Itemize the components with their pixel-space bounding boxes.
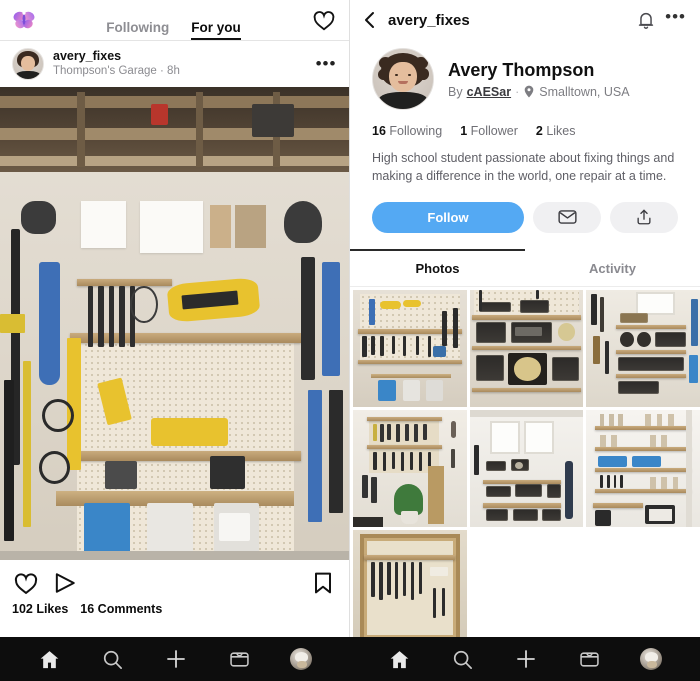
bell-icon[interactable]	[635, 9, 657, 31]
home-icon[interactable]	[38, 647, 62, 671]
stat-following[interactable]: 16 Following	[372, 124, 442, 138]
stat-likes-count: 2	[535, 124, 543, 138]
heart-icon[interactable]	[311, 7, 337, 33]
feed-tab-for-you[interactable]: For you	[191, 7, 241, 41]
post-header: avery_fixes Thompson's Garage · 8h •••	[0, 41, 349, 87]
feed-tab-following[interactable]: Following	[106, 7, 169, 41]
feed-panel: Following For you avery_fixes Thompson's…	[0, 0, 350, 681]
author-link[interactable]: cAESar	[467, 85, 511, 99]
profile-name-block: Avery Thompson By cAESar · Smalltown, US…	[448, 59, 630, 99]
profile-topbar: avery_fixes •••	[350, 0, 700, 40]
tab-photos[interactable]: Photos	[350, 248, 525, 287]
stat-likes-label: Likes	[546, 124, 576, 138]
grid-photo[interactable]	[586, 409, 700, 527]
profile-avatar-icon[interactable]	[290, 648, 313, 670]
add-icon[interactable]	[514, 647, 538, 671]
grid-photo[interactable]	[586, 289, 700, 407]
add-icon[interactable]	[164, 647, 188, 671]
post-username[interactable]: avery_fixes	[53, 49, 306, 65]
profile-name: Avery Thompson	[448, 60, 595, 81]
message-button[interactable]	[533, 201, 601, 233]
post-stats: 102 Likes 16 Comments	[0, 599, 349, 616]
bottom-nav	[0, 637, 700, 681]
post-image[interactable]	[0, 87, 349, 560]
separator: ·	[515, 84, 520, 99]
more-options-icon[interactable]: •••	[665, 8, 686, 27]
tab-activity[interactable]: Activity	[525, 249, 700, 287]
avatar[interactable]	[12, 48, 44, 80]
stat-following-count: 16	[372, 124, 386, 138]
grid-photo[interactable]	[353, 529, 467, 647]
likes-count[interactable]: 102 Likes	[12, 602, 68, 616]
grid-photo[interactable]	[469, 409, 584, 527]
post-subtitle: Thompson's Garage · 8h	[53, 65, 180, 78]
feed-tabs: Following For you	[36, 0, 311, 40]
butterfly-logo-icon[interactable]	[12, 9, 36, 31]
back-chevron-icon[interactable]	[360, 9, 380, 31]
comments-count[interactable]: 16 Comments	[80, 602, 162, 616]
profile-actions: Follow	[350, 186, 700, 233]
stat-followers-label: Follower	[470, 124, 518, 138]
bottom-nav-left	[0, 637, 350, 681]
envelope-icon	[557, 209, 577, 225]
home-icon[interactable]	[388, 647, 412, 671]
inbox-icon[interactable]	[577, 647, 601, 671]
grid-photo[interactable]	[469, 289, 584, 407]
location-pin-icon	[523, 85, 535, 98]
bottom-nav-right	[350, 637, 700, 681]
bookmark-icon[interactable]	[309, 569, 337, 597]
profile-location: Smalltown, USA	[539, 84, 630, 99]
feed-topbar: Following For you	[0, 0, 349, 40]
grid-photo[interactable]	[353, 289, 467, 407]
profile-byline: By cAESar · Smalltown, USA	[448, 85, 630, 99]
share-upload-icon	[635, 208, 653, 226]
by-prefix: By	[448, 84, 463, 99]
search-icon[interactable]	[451, 647, 475, 671]
profile-bio: High school student passionate about fix…	[372, 151, 675, 183]
stat-followers[interactable]: 1 Follower	[460, 124, 518, 138]
profile-tabs: Photos Activity	[350, 248, 700, 287]
search-icon[interactable]	[101, 647, 125, 671]
stat-followers-count: 1	[460, 124, 468, 138]
profile-stats: 16 Following 1 Follower 2 Likes	[350, 110, 700, 138]
page-title: avery_fixes	[388, 11, 470, 29]
inbox-icon[interactable]	[227, 647, 251, 671]
follow-button[interactable]: Follow	[372, 201, 524, 233]
post-action-bar	[0, 560, 349, 599]
profile-avatar-icon[interactable]	[640, 648, 663, 670]
app-root: Following For you avery_fixes Thompson's…	[0, 0, 700, 681]
share-button[interactable]	[610, 201, 678, 233]
grid-photo[interactable]	[353, 409, 467, 527]
profile-identity: Avery Thompson By cAESar · Smalltown, US…	[350, 40, 700, 110]
heart-icon[interactable]	[12, 569, 40, 597]
avatar[interactable]	[372, 48, 434, 110]
post-meta: avery_fixes Thompson's Garage · 8h	[53, 49, 306, 80]
stat-following-label: Following	[389, 124, 443, 138]
profile-panel: avery_fixes ••• Avery Thompson By cAESar…	[350, 0, 700, 681]
photo-grid	[350, 286, 700, 647]
more-options-icon[interactable]: •••	[315, 53, 337, 75]
stat-likes[interactable]: 2 Likes	[536, 124, 576, 138]
send-icon[interactable]	[51, 569, 79, 597]
